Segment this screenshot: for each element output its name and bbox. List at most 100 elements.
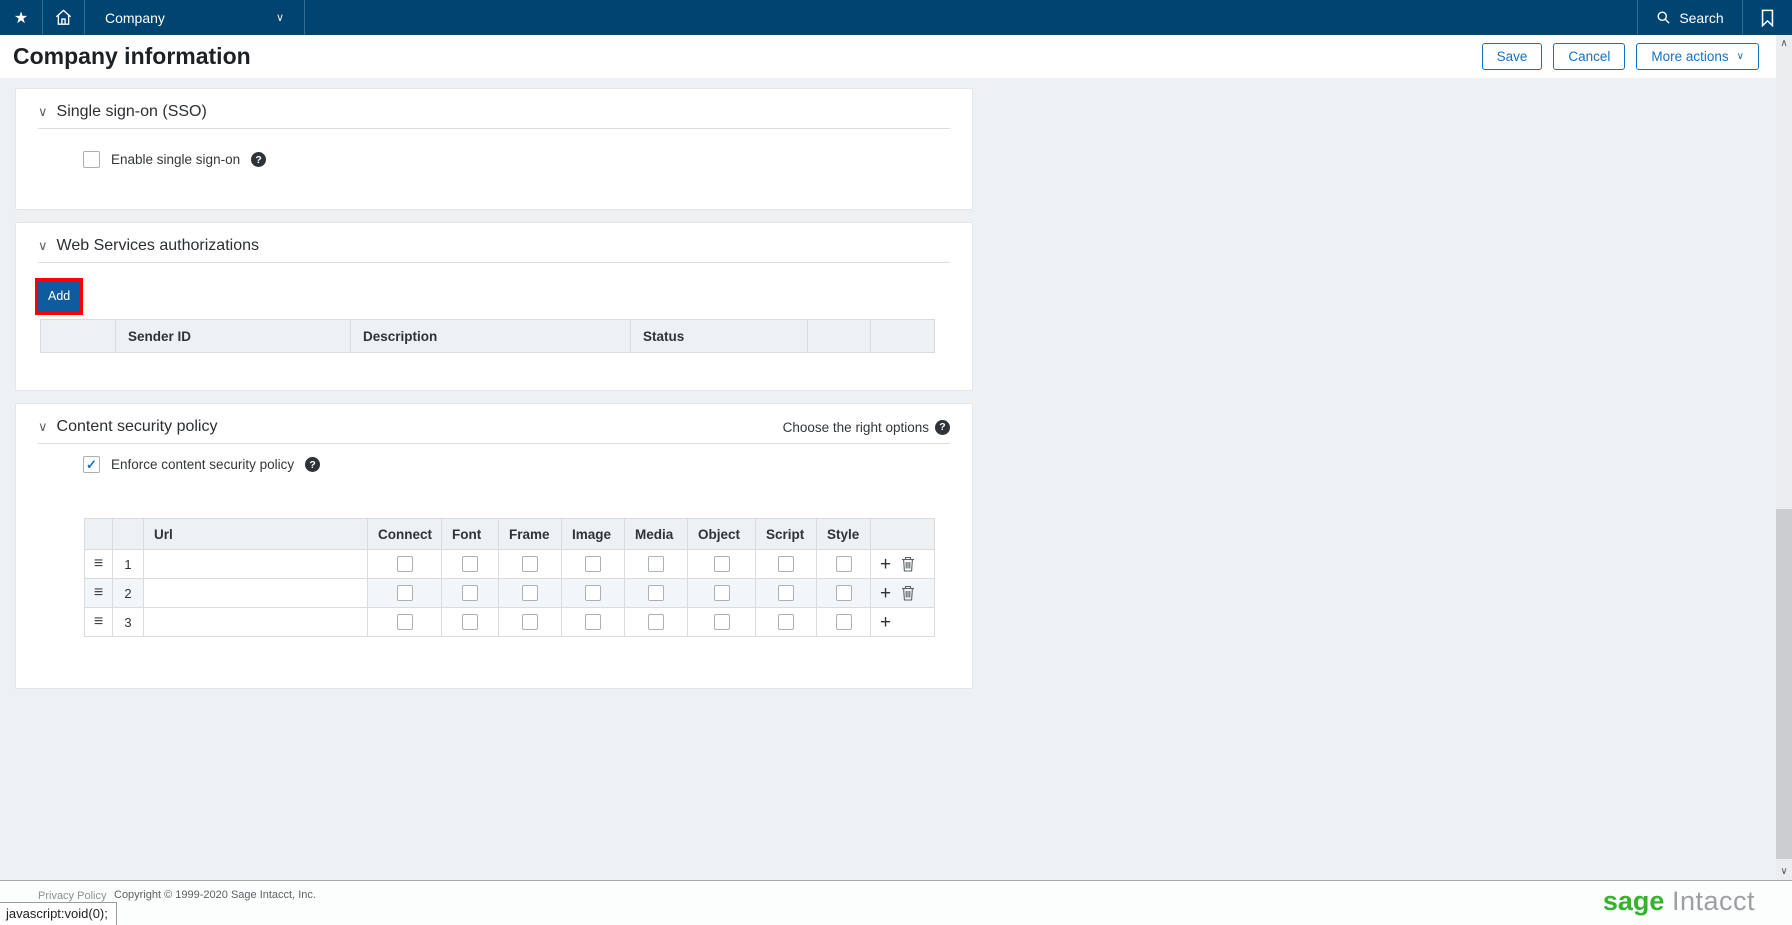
image-checkbox[interactable]: [585, 614, 601, 630]
collapse-chevron-icon[interactable]: ∨: [38, 104, 48, 120]
privacy-policy-link[interactable]: Privacy Policy: [38, 890, 106, 902]
collapse-chevron-icon[interactable]: ∨: [38, 238, 48, 254]
ws-header-empty: [41, 320, 116, 353]
collapse-chevron-icon[interactable]: ∨: [38, 419, 48, 435]
csp-help-row: Choose the right options ?: [783, 420, 950, 435]
url-input[interactable]: [144, 550, 368, 579]
help-icon[interactable]: ?: [305, 457, 320, 472]
star-icon: ★: [14, 8, 28, 28]
web-services-section-title: Web Services authorizations: [57, 237, 259, 255]
csp-header-script: Script: [756, 519, 817, 550]
top-nav: ★ Company ∨ Search: [0, 0, 1792, 35]
add-authorization-button[interactable]: Add: [38, 281, 80, 312]
search-icon: [1656, 10, 1671, 25]
ws-header-empty: [808, 320, 871, 353]
style-checkbox[interactable]: [836, 614, 852, 630]
sso-section-title: Single sign-on (SSO): [57, 103, 207, 121]
search-button[interactable]: Search: [1637, 0, 1742, 35]
font-checkbox[interactable]: [462, 614, 478, 630]
add-row-icon[interactable]: +: [880, 613, 891, 632]
csp-header-url: Url: [144, 519, 368, 550]
url-input[interactable]: [144, 608, 368, 637]
media-checkbox[interactable]: [648, 556, 664, 572]
font-checkbox[interactable]: [462, 585, 478, 601]
connect-checkbox[interactable]: [397, 585, 413, 601]
sage-intacct-logo: sage Intacct: [1603, 887, 1755, 917]
search-label: Search: [1679, 10, 1723, 26]
font-checkbox[interactable]: [462, 556, 478, 572]
home-button[interactable]: [43, 0, 85, 35]
csp-section: ∨ Content security policy Choose the rig…: [15, 403, 973, 689]
title-bar: Company information Save Cancel More act…: [0, 35, 1792, 78]
csp-header-num: [113, 519, 144, 550]
csp-header-connect: Connect: [368, 519, 442, 550]
save-button[interactable]: Save: [1482, 43, 1543, 70]
ws-header-sender-id: Sender ID: [116, 320, 351, 353]
help-icon[interactable]: ?: [251, 152, 266, 167]
web-services-section-header: ∨ Web Services authorizations: [38, 237, 950, 263]
application-menu-label: Company: [105, 10, 165, 26]
table-row: ≡ 1 +: [85, 550, 935, 579]
csp-header-frame: Frame: [499, 519, 562, 550]
chevron-down-icon: ∨: [1737, 51, 1744, 62]
scroll-up-icon[interactable]: ∧: [1776, 35, 1792, 52]
bookmarks-button[interactable]: [1742, 0, 1792, 35]
object-checkbox[interactable]: [714, 556, 730, 572]
delete-row-icon[interactable]: [901, 585, 915, 601]
logo-sage: sage: [1603, 886, 1665, 916]
highlight-box: Add: [35, 278, 83, 315]
add-row-icon[interactable]: +: [880, 555, 891, 574]
help-icon[interactable]: ?: [935, 420, 950, 435]
table-row: ≡ 2 +: [85, 579, 935, 608]
vertical-scrollbar[interactable]: ∧ ∨: [1776, 35, 1792, 880]
script-checkbox[interactable]: [778, 614, 794, 630]
scroll-down-icon[interactable]: ∨: [1776, 863, 1792, 880]
image-checkbox[interactable]: [585, 556, 601, 572]
csp-header-font: Font: [442, 519, 499, 550]
row-number: 2: [113, 579, 144, 608]
add-row-icon[interactable]: +: [880, 584, 891, 603]
more-actions-button[interactable]: More actions ∨: [1636, 43, 1759, 70]
url-input[interactable]: [144, 579, 368, 608]
media-checkbox[interactable]: [648, 614, 664, 630]
enforce-csp-checkbox[interactable]: ✓: [83, 456, 100, 473]
frame-checkbox[interactable]: [522, 614, 538, 630]
cancel-button[interactable]: Cancel: [1553, 43, 1625, 70]
enforce-csp-label: Enforce content security policy: [111, 457, 294, 472]
browser-status-bar: javascript:void(0);: [0, 902, 117, 925]
style-checkbox[interactable]: [836, 585, 852, 601]
enforce-csp-row: ✓ Enforce content security policy ?: [83, 456, 320, 473]
drag-handle-icon[interactable]: ≡: [85, 550, 113, 579]
object-checkbox[interactable]: [714, 614, 730, 630]
object-checkbox[interactable]: [714, 585, 730, 601]
csp-table: Url Connect Font Frame Image Media Objec…: [84, 518, 935, 637]
bookmark-icon: [1760, 9, 1775, 27]
connect-checkbox[interactable]: [397, 614, 413, 630]
frame-checkbox[interactable]: [522, 556, 538, 572]
application-menu[interactable]: Company ∨: [85, 0, 305, 35]
copyright-text: Copyright © 1999-2020 Sage Intacct, Inc.: [114, 889, 316, 901]
enable-sso-checkbox[interactable]: [83, 151, 100, 168]
csp-header-media: Media: [625, 519, 688, 550]
table-header-row: Sender ID Description Status: [41, 320, 935, 353]
connect-checkbox[interactable]: [397, 556, 413, 572]
drag-handle-icon[interactable]: ≡: [85, 579, 113, 608]
delete-row-icon[interactable]: [901, 556, 915, 572]
csp-help-text[interactable]: Choose the right options: [783, 420, 929, 435]
logo-intacct: Intacct: [1672, 886, 1755, 916]
image-checkbox[interactable]: [585, 585, 601, 601]
ws-header-status: Status: [631, 320, 808, 353]
sso-section: ∨ Single sign-on (SSO) Enable single sig…: [15, 88, 973, 210]
script-checkbox[interactable]: [778, 585, 794, 601]
enable-sso-label: Enable single sign-on: [111, 152, 240, 167]
drag-handle-icon[interactable]: ≡: [85, 608, 113, 637]
script-checkbox[interactable]: [778, 556, 794, 572]
web-services-table: Sender ID Description Status: [40, 319, 935, 353]
frame-checkbox[interactable]: [522, 585, 538, 601]
style-checkbox[interactable]: [836, 556, 852, 572]
favorites-button[interactable]: ★: [0, 0, 43, 35]
media-checkbox[interactable]: [648, 585, 664, 601]
scrollbar-thumb[interactable]: [1776, 509, 1792, 859]
csp-header-actions: [871, 519, 935, 550]
web-services-section: ∨ Web Services authorizations Add Sender…: [15, 222, 973, 391]
